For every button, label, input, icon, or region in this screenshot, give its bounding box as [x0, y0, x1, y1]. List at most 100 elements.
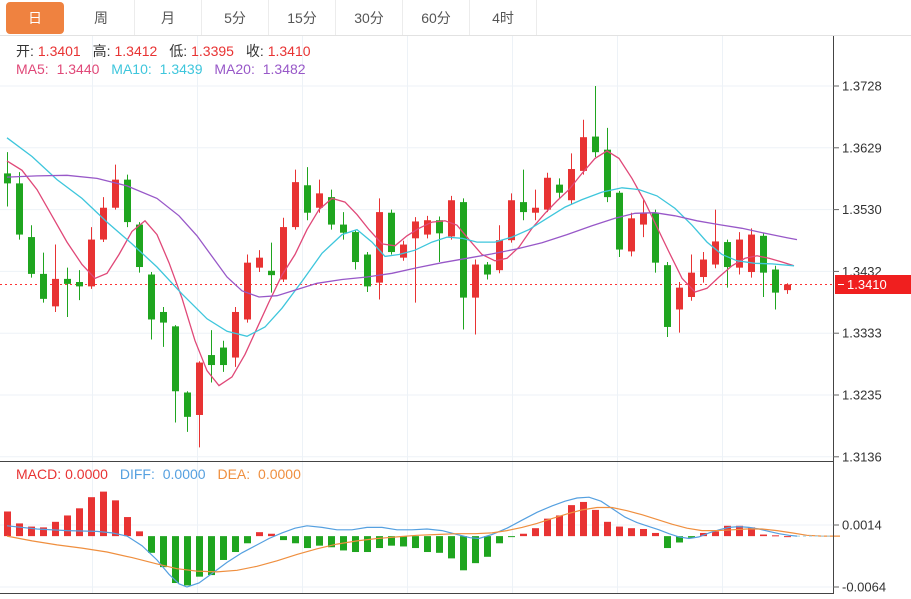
candle: [484, 265, 491, 275]
diff-value: 0.0000: [163, 466, 206, 482]
macd-bar: [184, 536, 191, 585]
macd-bar: [88, 497, 95, 536]
candle: [760, 236, 767, 273]
macd-bar: [784, 536, 791, 537]
ma-lines-layer: [7, 138, 797, 386]
candle: [244, 263, 251, 320]
tab-label: 30分: [354, 8, 384, 28]
candle: [556, 185, 563, 193]
macd-bar: [244, 536, 251, 543]
candle: [160, 312, 167, 323]
axis-label: 1.3629: [842, 140, 882, 155]
macd-bar: [652, 533, 659, 536]
macd-bar: [556, 515, 563, 536]
candle: [580, 137, 587, 171]
candle: [472, 265, 479, 298]
macd-bar: [172, 536, 179, 583]
candle: [340, 225, 347, 233]
candle: [64, 279, 71, 284]
macd-bar: [628, 528, 635, 536]
candle: [724, 242, 731, 267]
macd-bar: [112, 500, 119, 536]
axis-label: -0.0064: [842, 580, 886, 595]
high-label: 高:: [93, 43, 111, 59]
candle: [616, 193, 623, 250]
tab-month[interactable]: 月: [135, 0, 202, 35]
axes-layer: [0, 36, 834, 594]
candle: [52, 279, 59, 306]
macd-bar: [208, 536, 215, 575]
macd-bar: [640, 529, 647, 536]
candle: [676, 288, 683, 310]
ma5-value: 1.3440: [57, 61, 100, 77]
axis-label: 1.3530: [842, 202, 882, 217]
ohlc-row: 开:1.3401 高:1.3412 低:1.3395 收:1.3410: [16, 41, 319, 61]
candle: [208, 355, 215, 365]
macd-bar: [472, 536, 479, 563]
chart-canvas[interactable]: 1.37281.36291.35301.34321.33331.32351.31…: [0, 0, 911, 599]
macd-bar: [316, 536, 323, 546]
macd-bar: [16, 523, 23, 536]
candle: [460, 202, 467, 298]
candle: [232, 312, 239, 358]
macd-bar: [508, 536, 515, 537]
macd-bar: [460, 536, 467, 570]
axis-labels-layer: 1.37281.36291.35301.34321.33331.32351.31…: [833, 79, 886, 595]
tab-5min[interactable]: 5分: [202, 0, 269, 35]
tab-week[interactable]: 周: [68, 0, 135, 35]
open-label: 开:: [16, 43, 34, 59]
candle: [16, 183, 23, 234]
diff-label: DIFF:: [120, 466, 155, 482]
candle: [256, 258, 263, 268]
close-value: 1.3410: [268, 43, 311, 59]
close-label: 收:: [246, 43, 264, 59]
tab-day[interactable]: 日: [6, 2, 64, 34]
candle: [304, 185, 311, 212]
macd-bar: [100, 492, 107, 537]
ma5-label: MA5:: [16, 61, 49, 77]
tab-30min[interactable]: 30分: [336, 0, 403, 35]
macd-bar: [532, 528, 539, 536]
ma10-line: [7, 138, 794, 336]
candle: [496, 240, 503, 270]
candle: [88, 240, 95, 287]
macd-value: 0.0000: [65, 466, 108, 482]
macd-bar: [580, 502, 587, 536]
candle: [712, 241, 719, 264]
candle: [76, 282, 83, 286]
axis-label: 1.3333: [842, 326, 882, 341]
macd-bar: [52, 522, 59, 536]
macd-bar: [604, 522, 611, 536]
macd-bar: [448, 536, 455, 558]
ma20-value: 1.3482: [263, 61, 306, 77]
ma10-value: 1.3439: [160, 61, 203, 77]
macd-bar: [400, 536, 407, 546]
macd-bar: [256, 532, 263, 536]
candle: [196, 363, 203, 415]
tab-label: 日: [28, 8, 42, 28]
macd-bar: [136, 531, 143, 536]
macd-bar: [436, 536, 443, 553]
macd-bar: [148, 536, 155, 553]
candle: [4, 173, 11, 183]
candle: [268, 271, 275, 275]
macd-bar: [664, 536, 671, 548]
tab-4hour[interactable]: 4时: [470, 0, 537, 35]
tab-15min[interactable]: 15分: [269, 0, 336, 35]
macd-bar: [352, 536, 359, 552]
candle: [364, 255, 371, 287]
tab-label: 60分: [421, 8, 451, 28]
dea-value: 0.0000: [258, 466, 301, 482]
high-value: 1.3412: [115, 43, 158, 59]
current-price-tag: 1.3410: [835, 275, 911, 294]
macd-bar: [292, 536, 299, 543]
candle: [592, 137, 599, 153]
candle: [640, 213, 647, 225]
ma-legend-row: MA5: 1.3440 MA10: 1.3439 MA20: 1.3482: [16, 61, 314, 77]
macd-bar: [304, 536, 311, 548]
macd-bar: [592, 510, 599, 536]
axis-label: 0.0014: [842, 518, 882, 533]
axis-label: 1.3728: [842, 79, 882, 94]
tab-60min[interactable]: 60分: [403, 0, 470, 35]
macd-bar: [772, 535, 779, 536]
